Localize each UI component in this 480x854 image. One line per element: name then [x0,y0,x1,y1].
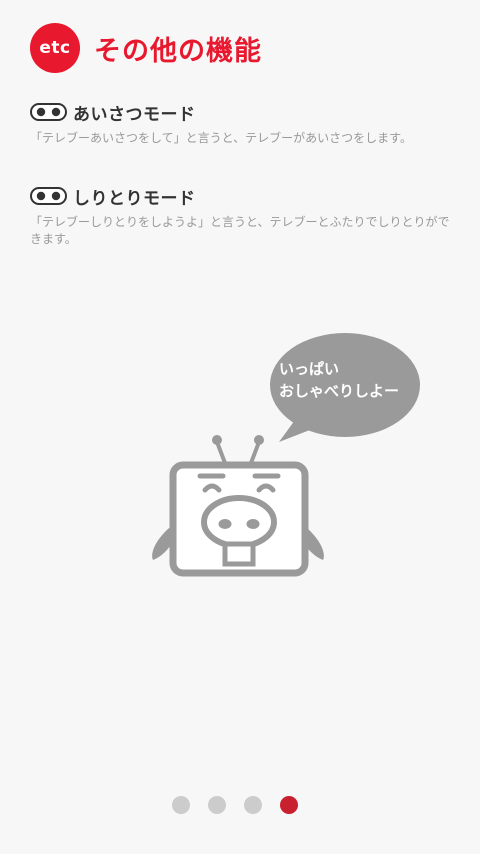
feature-shiritori-mode: しりとりモード 「テレブーしりとりをしようよ」と言うと、テレブーとふたりでしりと… [30,184,455,248]
feature-description: 「テレブーしりとりをしようよ」と言うと、テレブーとふたりでしりとりができます。 [30,215,450,246]
eyes-icon [30,103,67,121]
feature-title: あいさつモード [73,104,196,125]
etc-badge: etc [30,23,80,73]
page-dot-2[interactable] [208,796,226,814]
page-dot-3[interactable] [244,796,262,814]
speech-line: いっぱい [279,360,340,378]
page-dot-4-active[interactable] [280,796,298,814]
feature-title: しりとりモード [73,188,196,209]
page-header: etc その他の機能 [30,23,262,73]
speech-line: おしゃべりしよー [279,382,400,400]
feature-description: 「テレブーあいさつをして」と言うと、テレブーがあいさつをします。 [30,131,412,145]
feature-greeting-mode: あいさつモード 「テレブーあいさつをして」と言うと、テレブーがあいさつをします。 [30,100,455,147]
page-indicator [172,796,298,814]
speech-bubble-text: いっぱい おしゃべりしよー [279,358,419,402]
eyes-icon [30,187,67,205]
page-dot-1[interactable] [172,796,190,814]
page-title: その他の機能 [94,35,262,67]
mascot-illustration: いっぱい おしゃべりしよー [145,330,425,590]
